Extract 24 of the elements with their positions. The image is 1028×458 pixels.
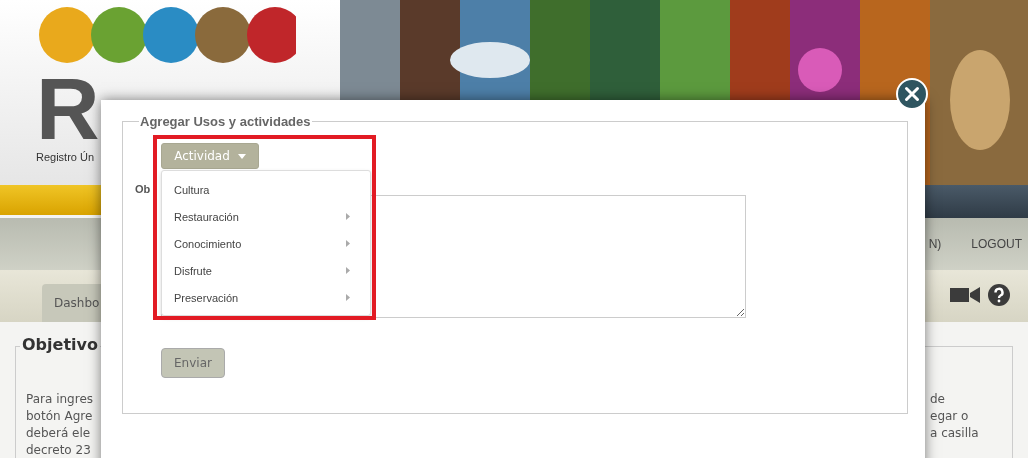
text-line: a casilla [930, 425, 980, 442]
menu-item[interactable]: Preservación [162, 284, 370, 311]
logo-emblem-icon [36, 4, 296, 66]
form-title: Agregar Usos y actividades [139, 114, 312, 129]
menu-item[interactable]: Conocimiento [162, 230, 370, 257]
field-label: Ob [135, 183, 151, 195]
nav-link[interactable]: N) [928, 237, 942, 251]
text-line: Para ingres [26, 391, 93, 408]
text-line: de [930, 391, 946, 408]
text-line: deberá ele [26, 425, 92, 442]
help-icon[interactable] [988, 284, 1010, 306]
text-line: botón Agre [26, 408, 93, 425]
menu-item[interactable]: Cultura [162, 176, 370, 203]
section-title: Objetivo [20, 335, 100, 354]
menu-item[interactable]: Restauración [162, 203, 370, 230]
text-line: egar o [930, 408, 970, 425]
video-camera-icon[interactable] [950, 286, 980, 304]
nav-link[interactable]: LOGOUT [971, 237, 1022, 251]
logo-subtitle: Registro Ún [36, 151, 95, 163]
menu-item[interactable]: Disfrute [162, 257, 370, 284]
logo-text: R [36, 70, 102, 148]
text-line: decreto 23 [26, 442, 92, 458]
caret-icon [237, 153, 246, 159]
close-icon[interactable] [896, 78, 928, 110]
